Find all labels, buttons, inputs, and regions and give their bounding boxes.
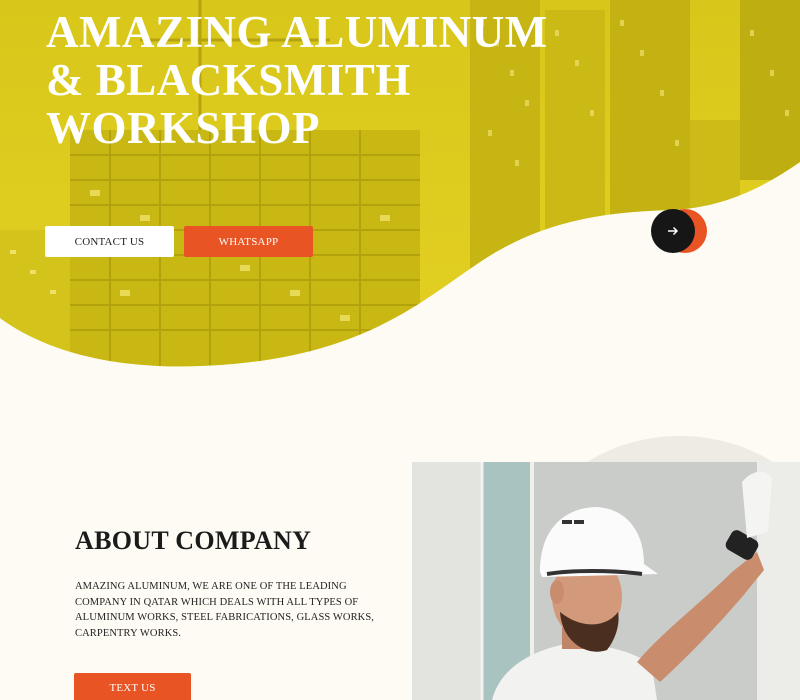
about-description: AMAZING ALUMINUM, WE ARE ONE OF THE LEAD… bbox=[75, 581, 375, 639]
hero-title: AMAZING ALUMINUM & BLACKSMITH WORKSHOP bbox=[46, 7, 548, 153]
whatsapp-button[interactable]: WHATSAPP bbox=[184, 226, 313, 257]
arrow-right-icon[interactable] bbox=[651, 209, 695, 253]
text-us-button[interactable]: TEXT US bbox=[74, 673, 191, 700]
contact-us-button[interactable]: CONTACT US bbox=[45, 226, 174, 257]
about-title: ABOUT COMPANY bbox=[75, 526, 312, 555]
worker-photo bbox=[412, 462, 800, 700]
next-slide-button[interactable] bbox=[651, 208, 711, 256]
hero-section: AMAZING ALUMINUM & BLACKSMITH WORKSHOP C… bbox=[0, 0, 800, 370]
